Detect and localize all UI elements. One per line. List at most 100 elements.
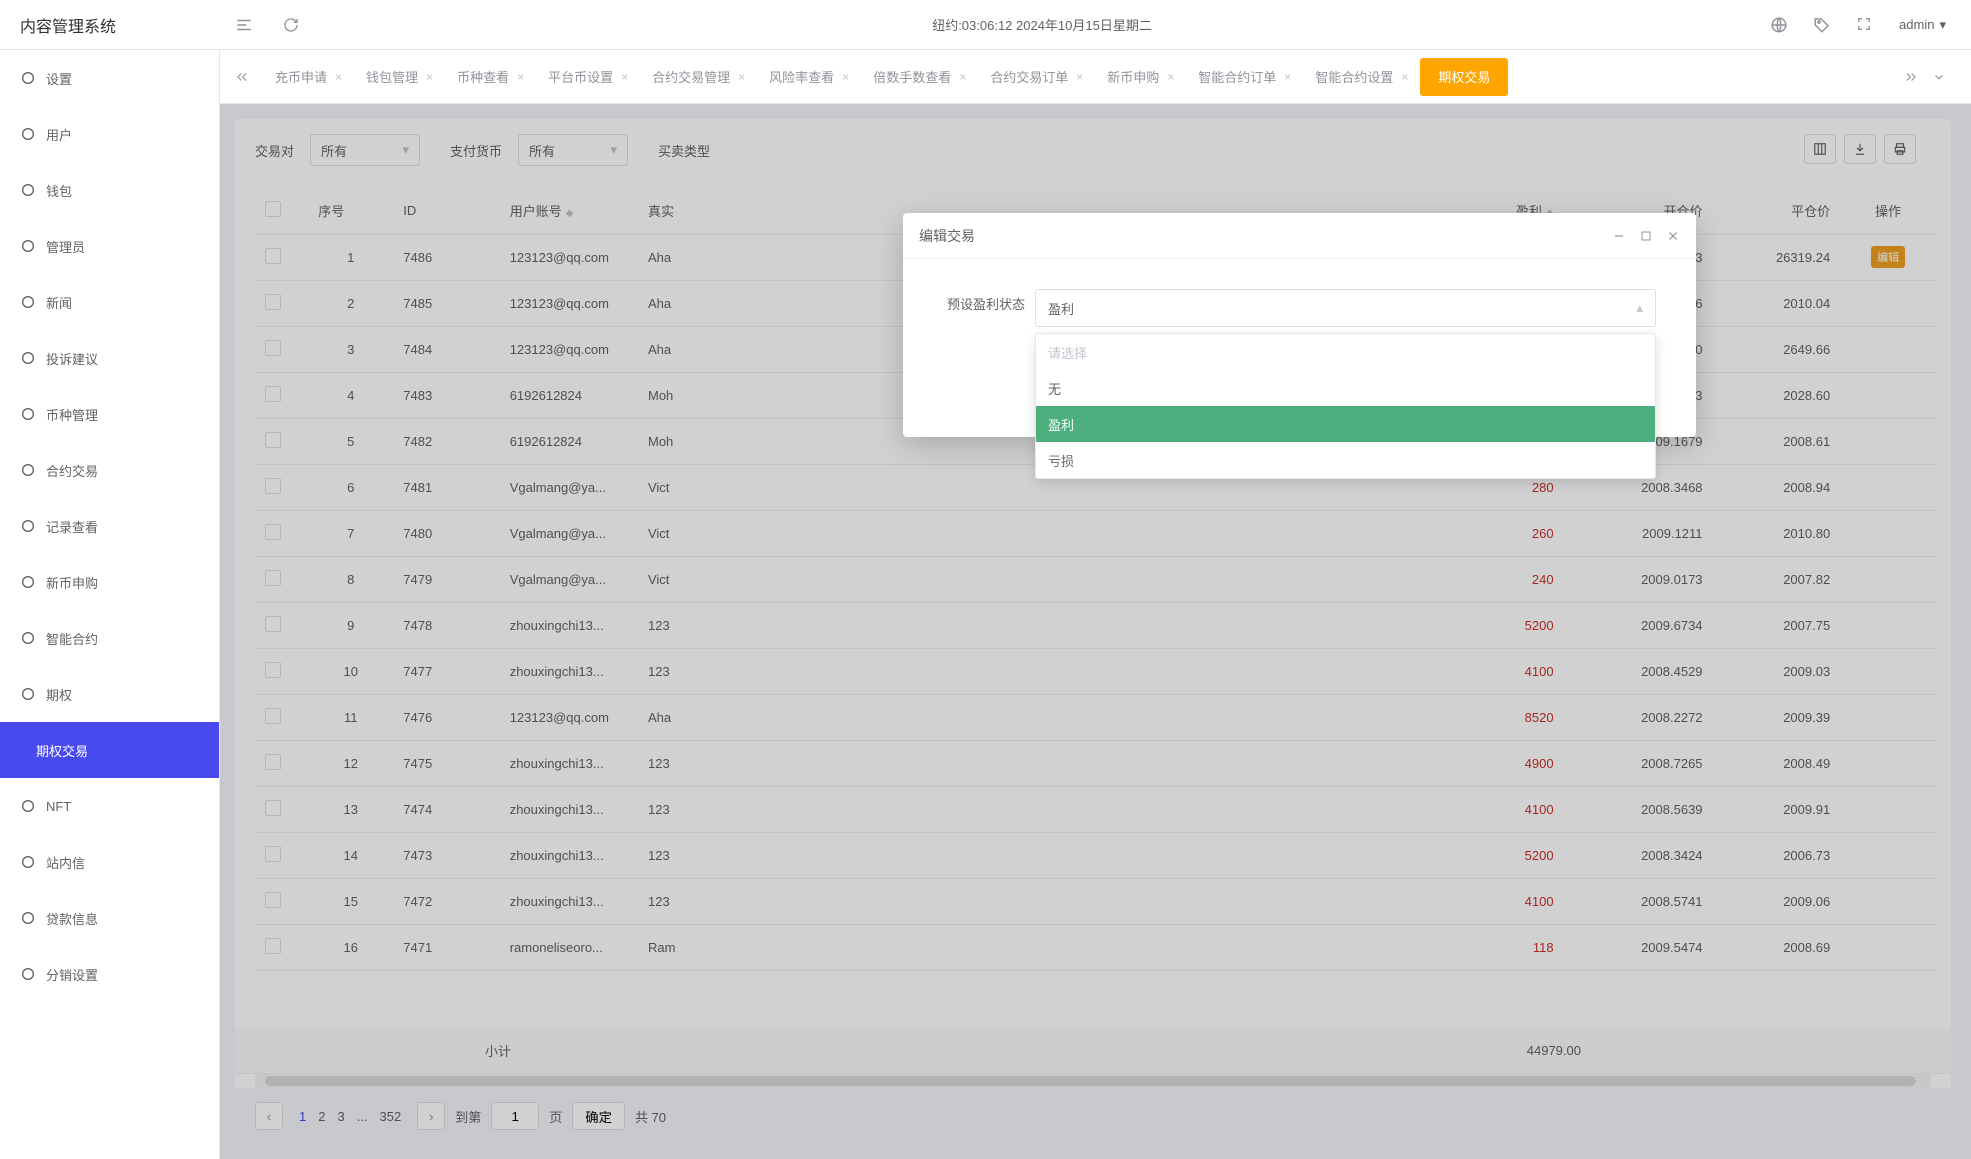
sidebar-item-7[interactable]: 合约交易: [0, 442, 219, 498]
news-icon: [20, 294, 36, 310]
tab-label: 合约交易管理: [652, 67, 730, 86]
close-icon[interactable]: ×: [1167, 70, 1174, 84]
dropdown-option-placeholder[interactable]: 请选择: [1036, 334, 1655, 370]
sidebar-item-15[interactable]: 贷款信息: [0, 890, 219, 946]
tab-2[interactable]: 币种查看×: [445, 58, 536, 96]
sidebar-item-0[interactable]: 设置: [0, 50, 219, 106]
refresh-icon[interactable]: [283, 17, 299, 33]
tab-11[interactable]: 期权交易: [1420, 58, 1508, 96]
sidebar-item-label: 币种管理: [46, 405, 98, 424]
sidebar-item-label: 智能合约: [46, 629, 98, 648]
sidebar-item-label: 管理员: [46, 237, 85, 256]
close-icon[interactable]: ×: [517, 70, 524, 84]
tab-0[interactable]: 充币申请 ×: [263, 58, 354, 96]
dialog-maximize-icon[interactable]: [1640, 230, 1652, 242]
sidebar-item-label: 新币申购: [46, 573, 98, 592]
sidebar-item-label: 分销设置: [46, 965, 98, 984]
sidebar-item-label: 贷款信息: [46, 909, 98, 928]
tab-4[interactable]: 合约交易管理 ×: [640, 58, 757, 96]
tab-9[interactable]: 智能合约订单 ×: [1186, 58, 1303, 96]
tab-5[interactable]: 风险率查看 ×: [757, 58, 861, 96]
sidebar-item-13[interactable]: NFT: [0, 778, 219, 834]
chevron-down-icon: ▾: [1939, 17, 1946, 33]
user-icon: [20, 126, 36, 142]
sidebar-item-2[interactable]: 钱包: [0, 162, 219, 218]
sidebar-item-12[interactable]: 期权交易: [0, 722, 219, 778]
dialog-minimize-icon[interactable]: [1612, 229, 1626, 243]
gear-icon: [20, 70, 36, 86]
sidebar-item-8[interactable]: 记录查看: [0, 498, 219, 554]
tab-3[interactable]: 平台币设置×: [536, 58, 640, 96]
tab-label: 智能合约设置: [1315, 67, 1393, 86]
tab-8[interactable]: 新币申购 ×: [1095, 58, 1186, 96]
sidebar: 设置用户钱包管理员新闻投诉建议币种管理合约交易记录查看新币申购智能合约期权期权交…: [0, 50, 220, 1159]
tab-label: 新币申购: [1107, 67, 1159, 86]
tabs-dropdown-icon[interactable]: [1932, 70, 1956, 84]
sidebar-item-label: 站内信: [46, 853, 85, 872]
tab-label: 智能合约订单: [1198, 67, 1276, 86]
sidebar-item-14[interactable]: 站内信: [0, 834, 219, 890]
sidebar-item-label: 合约交易: [46, 461, 98, 480]
sidebar-item-16[interactable]: 分销设置: [0, 946, 219, 1002]
close-icon[interactable]: ×: [1284, 70, 1291, 84]
coin-icon: [20, 406, 36, 422]
tab-label: 充币申请: [275, 67, 327, 86]
user-menu[interactable]: admin ▾: [1899, 17, 1946, 33]
close-icon[interactable]: ×: [959, 70, 966, 84]
dialog-title: 编辑交易: [919, 226, 975, 246]
tab-6[interactable]: 倍数手数查看 ×: [861, 58, 978, 96]
collapse-sidebar-icon[interactable]: [235, 16, 253, 34]
sidebar-item-1[interactable]: 用户: [0, 106, 219, 162]
tab-label: 风险率查看: [769, 67, 834, 86]
shield-icon: [20, 238, 36, 254]
dialog-profit-status-select[interactable]: 盈利 ▴: [1035, 289, 1656, 327]
content: 交易对 所有 ▾ 支付货币 所有 ▾ 买卖类型: [220, 104, 1971, 1159]
tab-10[interactable]: 智能合约设置 ×: [1303, 58, 1420, 96]
dropdown-option-profit[interactable]: 盈利: [1036, 406, 1655, 442]
dist-icon: [20, 966, 36, 982]
close-icon[interactable]: ×: [426, 70, 433, 84]
tab-label: 钱包管理: [366, 67, 418, 86]
tab-7[interactable]: 合约交易订单 ×: [978, 58, 1095, 96]
sidebar-item-5[interactable]: 投诉建议: [0, 330, 219, 386]
complaint-icon: [20, 350, 36, 366]
dialog-profit-status-label: 预设盈利状态: [943, 289, 1025, 314]
tab-label: 倍数手数查看: [873, 67, 951, 86]
tag-icon[interactable]: [1813, 16, 1831, 34]
close-icon[interactable]: ×: [1076, 70, 1083, 84]
close-icon[interactable]: ×: [1401, 70, 1408, 84]
tab-1[interactable]: 钱包管理 ×: [354, 58, 445, 96]
contract-icon: [20, 462, 36, 478]
sidebar-item-6[interactable]: 币种管理: [0, 386, 219, 442]
sidebar-item-label: 用户: [46, 125, 72, 144]
tabs-bar: 充币申请×钱包管理×币种查看×平台币设置×合约交易管理×风险率查看×倍数手数查看…: [220, 50, 1971, 104]
mail-icon: [20, 854, 36, 870]
sidebar-item-9[interactable]: 新币申购: [0, 554, 219, 610]
close-icon[interactable]: ×: [842, 70, 849, 84]
tabs-scroll-left-icon[interactable]: [235, 70, 259, 84]
sidebar-item-11[interactable]: 期权: [0, 666, 219, 722]
sidebar-item-label: 记录查看: [46, 517, 98, 536]
sidebar-item-label: 新闻: [46, 293, 72, 312]
sidebar-item-10[interactable]: 智能合约: [0, 610, 219, 666]
dropdown-option-loss[interactable]: 亏损: [1036, 442, 1655, 478]
sidebar-item-label: 钱包: [46, 181, 72, 200]
dialog-profit-status-dropdown: 请选择 无 盈利 亏损: [1035, 333, 1656, 479]
close-icon[interactable]: ×: [738, 70, 745, 84]
dropdown-option-none[interactable]: 无: [1036, 370, 1655, 406]
sidebar-item-4[interactable]: 新闻: [0, 274, 219, 330]
tab-label: 期权交易: [1438, 67, 1490, 86]
close-icon[interactable]: ×: [621, 70, 628, 84]
tabs-scroll-right-icon[interactable]: [1904, 70, 1928, 84]
tab-label: 合约交易订单: [990, 67, 1068, 86]
loan-icon: [20, 910, 36, 926]
newcoin-icon: [20, 574, 36, 590]
smart-icon: [20, 630, 36, 646]
dialog-close-icon[interactable]: [1666, 229, 1680, 243]
sidebar-item-3[interactable]: 管理员: [0, 218, 219, 274]
sidebar-item-label: NFT: [46, 799, 71, 814]
chevron-up-icon: ▴: [1636, 300, 1643, 316]
fullscreen-icon[interactable]: [1856, 16, 1874, 34]
close-icon[interactable]: ×: [335, 70, 342, 84]
language-icon[interactable]: [1770, 16, 1788, 34]
